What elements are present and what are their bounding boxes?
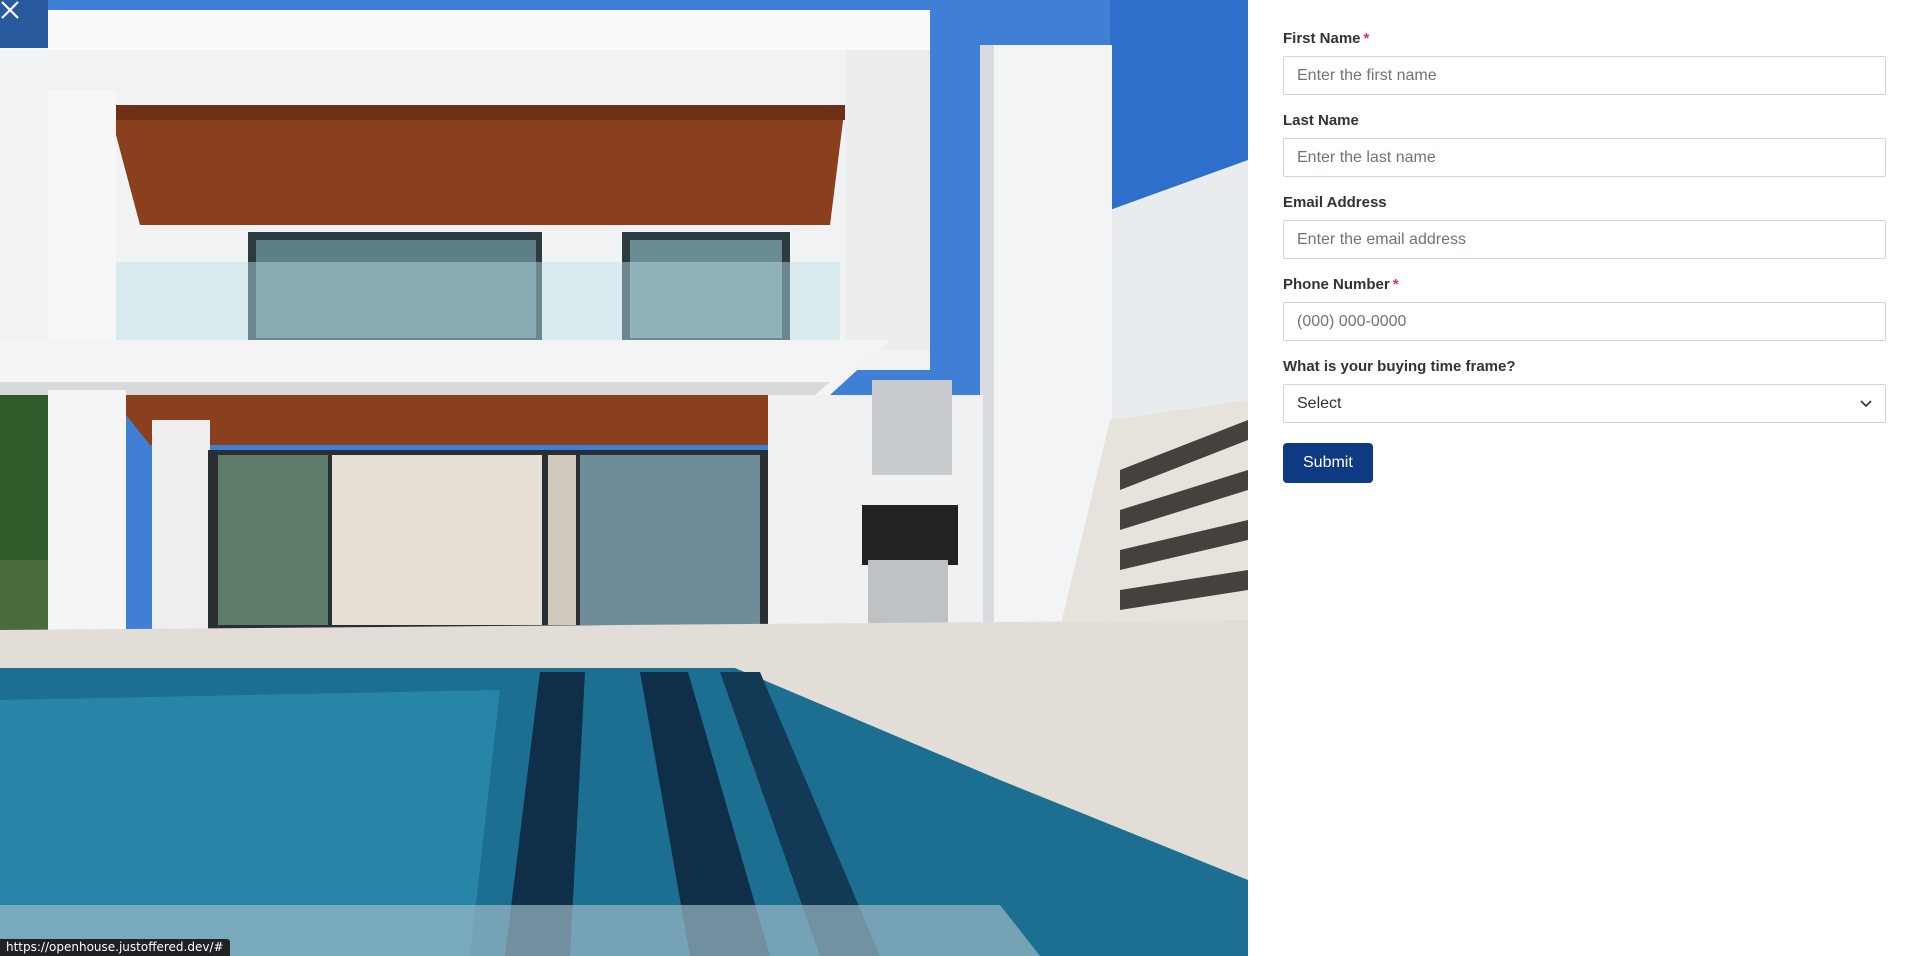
last-name-group: Last Name (1283, 112, 1886, 177)
last-name-label-text: Last Name (1283, 112, 1359, 129)
status-bar-url: https://openhouse.justoffered.dev/# (0, 939, 230, 956)
email-label: Email Address (1283, 194, 1886, 211)
timeframe-selected-value: Select (1297, 394, 1342, 412)
timeframe-group: What is your buying time frame? Select (1283, 358, 1886, 423)
last-name-label: Last Name (1283, 112, 1886, 129)
email-label-text: Email Address (1283, 194, 1387, 211)
email-group: Email Address (1283, 194, 1886, 259)
first-name-input[interactable] (1283, 56, 1886, 95)
chevron-down-icon (1860, 399, 1872, 407)
property-photo: https://openhouse.justoffered.dev/# (0, 0, 1248, 956)
first-name-label: First Name * (1283, 30, 1886, 47)
phone-label-text: Phone Number (1283, 276, 1390, 293)
phone-label: Phone Number * (1283, 276, 1886, 293)
close-button[interactable] (0, 0, 48, 48)
close-icon (1, 1, 19, 19)
email-input[interactable] (1283, 220, 1886, 259)
house-illustration (0, 0, 1248, 956)
required-mark: * (1392, 276, 1399, 293)
phone-input[interactable] (1283, 302, 1886, 341)
required-mark: * (1363, 30, 1370, 47)
timeframe-label-text: What is your buying time frame? (1283, 358, 1516, 375)
contact-form: First Name* Last Name Email Address Phon… (1283, 30, 1886, 483)
timeframe-select[interactable]: Select (1283, 384, 1886, 423)
first-name-group: First Name * (1283, 30, 1886, 95)
submit-button[interactable]: Submit (1283, 443, 1373, 483)
last-name-input[interactable] (1283, 138, 1886, 177)
timeframe-label: What is your buying time frame? (1283, 358, 1886, 375)
first-name-label-text: First Name (1283, 30, 1361, 47)
phone-group: Phone Number * (1283, 276, 1886, 341)
